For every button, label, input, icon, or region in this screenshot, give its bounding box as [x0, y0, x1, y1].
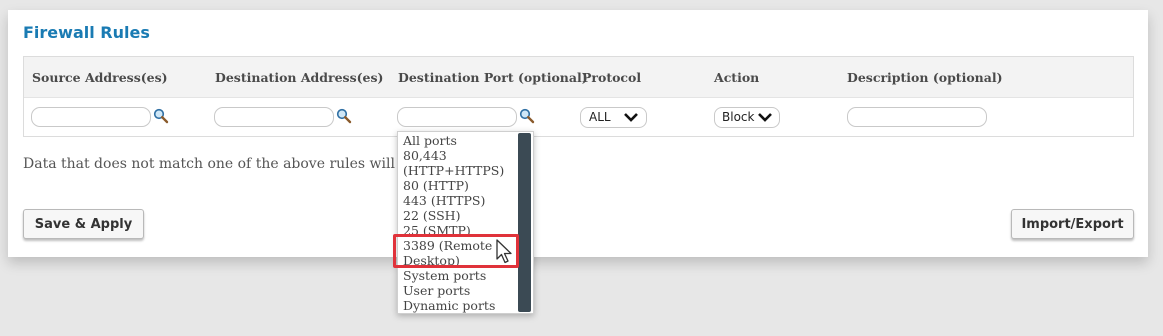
- dropdown-option-https[interactable]: 443 (HTTPS): [403, 193, 485, 208]
- action-value: Block: [722, 110, 755, 124]
- save-apply-button[interactable]: Save & Apply: [23, 209, 144, 239]
- destination-address-input[interactable]: [214, 107, 334, 127]
- dropdown-option-ssh[interactable]: 22 (SSH): [403, 208, 460, 223]
- header-action: Action: [714, 70, 760, 85]
- default-rule-note: Data that does not match one of the abov…: [23, 156, 409, 172]
- table-header: Source Address(es) Destination Address(e…: [24, 57, 1133, 98]
- header-source: Source Address(es): [32, 70, 168, 85]
- dropdown-option-system-ports[interactable]: System ports: [403, 268, 486, 283]
- description-input[interactable]: [847, 107, 987, 127]
- header-port: Destination Port (optional): [398, 70, 588, 85]
- search-icon[interactable]: [153, 108, 169, 124]
- protocol-value: ALL: [589, 110, 611, 124]
- port-dropdown-list[interactable]: All ports 80,443 (HTTP+HTTPS) 80 (HTTP) …: [397, 131, 534, 314]
- import-export-button[interactable]: Import/Export: [1011, 209, 1134, 239]
- dropdown-option-user-ports[interactable]: User ports: [403, 283, 470, 298]
- dropdown-option-http[interactable]: 80 (HTTP): [403, 178, 469, 193]
- action-select[interactable]: Block: [714, 107, 780, 128]
- page-title: Firewall Rules: [23, 23, 150, 42]
- source-address-input[interactable]: [31, 107, 151, 127]
- protocol-select[interactable]: ALL: [580, 107, 647, 128]
- search-icon[interactable]: [519, 108, 535, 124]
- dropdown-option-all-ports[interactable]: All ports: [403, 133, 457, 148]
- dropdown-option-dynamic-ports[interactable]: Dynamic ports: [403, 298, 495, 313]
- mouse-pointer-icon: [496, 239, 512, 264]
- firewall-rules-panel: Firewall Rules Source Address(es) Destin…: [8, 10, 1148, 257]
- dropdown-option-http-https-cont[interactable]: (HTTP+HTTPS): [403, 163, 504, 178]
- chevron-down-icon: [758, 113, 772, 122]
- search-icon[interactable]: [336, 108, 352, 124]
- header-description: Description (optional): [847, 70, 1003, 85]
- dropdown-option-http-https[interactable]: 80,443: [403, 148, 447, 163]
- header-protocol: Protocol: [582, 70, 642, 85]
- header-destination: Destination Address(es): [215, 70, 384, 85]
- rules-table: Source Address(es) Destination Address(e…: [23, 56, 1134, 137]
- chevron-down-icon: [624, 113, 638, 122]
- dropdown-scrollbar[interactable]: [518, 133, 531, 312]
- destination-port-input[interactable]: [397, 107, 517, 127]
